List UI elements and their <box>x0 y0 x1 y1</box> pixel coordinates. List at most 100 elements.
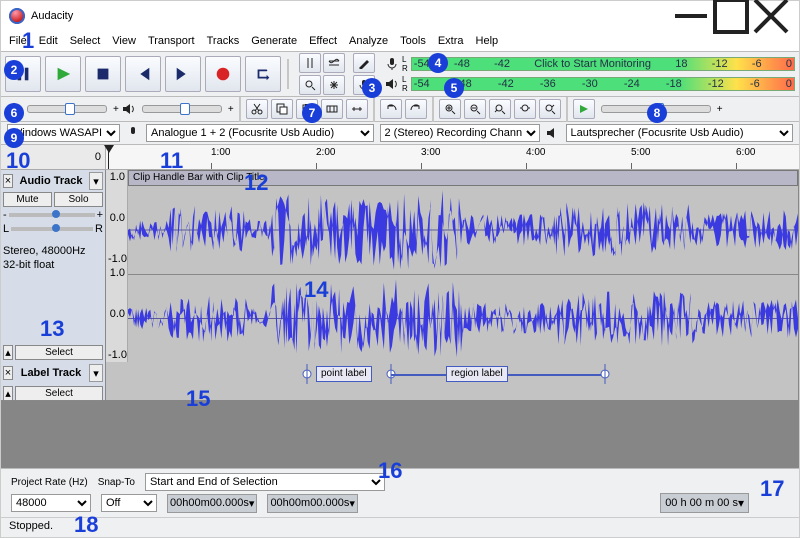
region-label-end-handle[interactable] <box>600 364 610 384</box>
selection-mode-select[interactable]: Start and End of Selection <box>145 473 385 491</box>
menu-extra[interactable]: Extra <box>438 35 464 47</box>
project-rate-select[interactable]: 48000 <box>11 494 91 512</box>
menu-tools[interactable]: Tools <box>400 35 426 47</box>
recording-channels-select[interactable]: 2 (Stereo) Recording Chann <box>380 124 540 142</box>
track-menu-button[interactable]: ▾ <box>89 172 103 190</box>
envelope-tool-button[interactable] <box>323 53 345 73</box>
label-track-panel[interactable]: ×Label Track▾ ▴Select <box>1 362 106 400</box>
edit-toolbar: + + + <box>1 97 799 122</box>
record-volume-slider[interactable] <box>27 105 107 113</box>
playback-device-select[interactable]: Lautsprecher (Focusrite Usb Audio) <box>566 124 794 142</box>
label-track: ×Label Track▾ ▴Select point label region… <box>1 362 799 400</box>
menu-generate[interactable]: Generate <box>251 35 297 47</box>
select-track-button[interactable]: Select <box>15 386 103 401</box>
status-bar: Stopped. <box>1 517 799 537</box>
audio-position-field[interactable]: 00 h 00 m 00 s▾ <box>660 493 749 513</box>
mic-meter-icon[interactable] <box>385 57 399 71</box>
redo-button[interactable] <box>405 99 427 119</box>
paste-button[interactable] <box>296 99 318 119</box>
timeline-ruler[interactable]: 0 1:002:003:004:005:006:00 <box>1 145 799 170</box>
selection-tool-button[interactable] <box>299 53 321 73</box>
minimize-button[interactable] <box>671 2 711 30</box>
selection-toolbar: Project Rate (Hz) Snap-To Start and End … <box>1 468 799 537</box>
track-close-button[interactable]: × <box>3 174 13 188</box>
pan-slider[interactable]: LR <box>3 223 103 235</box>
gain-slider[interactable]: -+ <box>3 209 103 221</box>
point-label[interactable]: point label <box>316 366 372 382</box>
menu-edit[interactable]: Edit <box>39 35 58 47</box>
menu-tracks[interactable]: Tracks <box>207 35 240 47</box>
waveform-channel-2 <box>128 275 798 362</box>
speaker-meter-icon[interactable] <box>385 77 399 91</box>
meter-lr-label: L R <box>402 55 408 73</box>
select-track-button[interactable]: Select <box>15 345 103 360</box>
fit-selection-button[interactable] <box>489 99 511 119</box>
device-toolbar: Windows WASAPI Analogue 1 + 2 (Focusrite… <box>1 122 799 145</box>
waveform-area[interactable]: Clip Handle Bar with Clip Title 1.00.0-1… <box>106 170 799 362</box>
menu-view[interactable]: View <box>112 35 136 47</box>
stop-button[interactable] <box>85 56 121 92</box>
recording-device-select[interactable]: Analogue 1 + 2 (Focusrite Usb Audio) <box>146 124 374 142</box>
snap-to-select[interactable]: Off <box>101 494 157 512</box>
project-rate-label: Project Rate (Hz) <box>11 477 88 488</box>
maximize-button[interactable] <box>711 2 751 30</box>
menu-transport[interactable]: Transport <box>148 35 195 47</box>
play-at-speed-button[interactable] <box>573 99 595 119</box>
zoom-out-button[interactable] <box>464 99 486 119</box>
playback-speed-slider[interactable] <box>601 105 711 113</box>
undo-button[interactable] <box>380 99 402 119</box>
status-text: Stopped. <box>9 520 53 532</box>
skip-end-button[interactable] <box>165 56 201 92</box>
collapse-button[interactable]: ▴ <box>3 345 13 360</box>
mute-button[interactable]: Mute <box>3 192 52 207</box>
audio-track: ×Audio Track▾ MuteSolo -+ LR Stereo, 480… <box>1 170 799 362</box>
skip-start-button[interactable] <box>125 56 161 92</box>
solo-button[interactable]: Solo <box>54 192 103 207</box>
pause-button[interactable] <box>5 56 41 92</box>
clip-title-bar[interactable]: Clip Handle Bar with Clip Title <box>128 170 798 186</box>
mic-icon[interactable] <box>353 75 375 95</box>
label-track-name[interactable]: Label Track <box>15 367 87 379</box>
track-control-panel[interactable]: ×Audio Track▾ MuteSolo -+ LR Stereo, 480… <box>1 170 106 362</box>
selection-end-field[interactable]: 00h00m00.000s▾ <box>267 494 357 513</box>
draw-tool-button[interactable] <box>353 53 375 73</box>
snap-to-label: Snap-To <box>98 477 135 488</box>
playback-meter[interactable]: -54-48-42-36-30-24-18-12-60 <box>411 77 795 91</box>
zoom-toggle-button[interactable] <box>539 99 561 119</box>
menu-analyze[interactable]: Analyze <box>349 35 388 47</box>
mic-icon <box>126 126 140 140</box>
silence-button[interactable] <box>346 99 368 119</box>
label-area[interactable]: point label region label <box>106 362 799 400</box>
play-button[interactable] <box>45 56 81 92</box>
multi-tool-button[interactable] <box>323 75 345 95</box>
fit-project-button[interactable] <box>514 99 536 119</box>
close-button[interactable] <box>751 2 791 30</box>
meter-toolbar: L R -54-48-42Click to Start Monitoring18… <box>385 54 795 94</box>
record-meter[interactable]: -54-48-42Click to Start Monitoring18-12-… <box>411 57 795 71</box>
record-button[interactable] <box>205 56 241 92</box>
menu-help[interactable]: Help <box>476 35 499 47</box>
track-close-button[interactable]: × <box>3 366 13 380</box>
copy-button[interactable] <box>271 99 293 119</box>
zoom-in-button[interactable] <box>439 99 461 119</box>
collapse-button[interactable]: ▴ <box>3 386 13 401</box>
menu-select[interactable]: Select <box>70 35 101 47</box>
waveform-channel-1 <box>128 186 798 274</box>
point-label-handle[interactable] <box>302 364 312 384</box>
audio-host-select[interactable]: Windows WASAPI <box>7 124 120 142</box>
menu-effect[interactable]: Effect <box>309 35 337 47</box>
trim-button[interactable] <box>321 99 343 119</box>
track-name[interactable]: Audio Track <box>15 175 87 187</box>
app-logo-icon <box>9 8 25 24</box>
loop-button[interactable] <box>245 56 281 92</box>
zoom-tool-button[interactable] <box>299 75 321 95</box>
region-label[interactable]: region label <box>446 366 508 382</box>
cut-button[interactable] <box>246 99 268 119</box>
mic-icon <box>7 102 21 116</box>
playback-volume-slider[interactable] <box>142 105 222 113</box>
timeline-start: 0 <box>1 151 105 163</box>
menu-file[interactable]: File <box>9 35 27 47</box>
meter-lr-label: L R <box>402 75 408 93</box>
track-menu-button[interactable]: ▾ <box>89 364 103 382</box>
selection-start-field[interactable]: 00h00m00.000s▾ <box>167 494 257 513</box>
